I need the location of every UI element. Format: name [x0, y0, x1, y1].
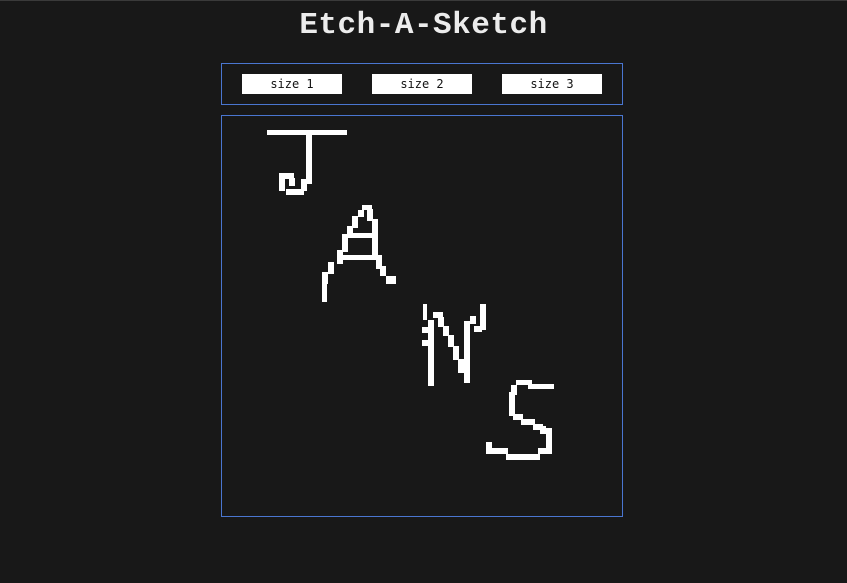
size-3-button[interactable]: size 3 — [502, 74, 602, 94]
sketch-grid[interactable] — [221, 115, 623, 517]
size-2-button[interactable]: size 2 — [372, 74, 472, 94]
size-1-button[interactable]: size 1 — [242, 74, 342, 94]
drawn-letter-n — [422, 304, 486, 386]
sketch-drawing — [267, 130, 554, 460]
top-divider — [0, 0, 847, 1]
drawn-letter-j — [267, 130, 347, 195]
size-controls: size 1 size 2 size 3 — [221, 63, 623, 105]
page-title: Etch-A-Sketch — [299, 8, 548, 43]
drawn-letter-s — [486, 380, 554, 460]
drawn-letter-a — [322, 205, 396, 302]
